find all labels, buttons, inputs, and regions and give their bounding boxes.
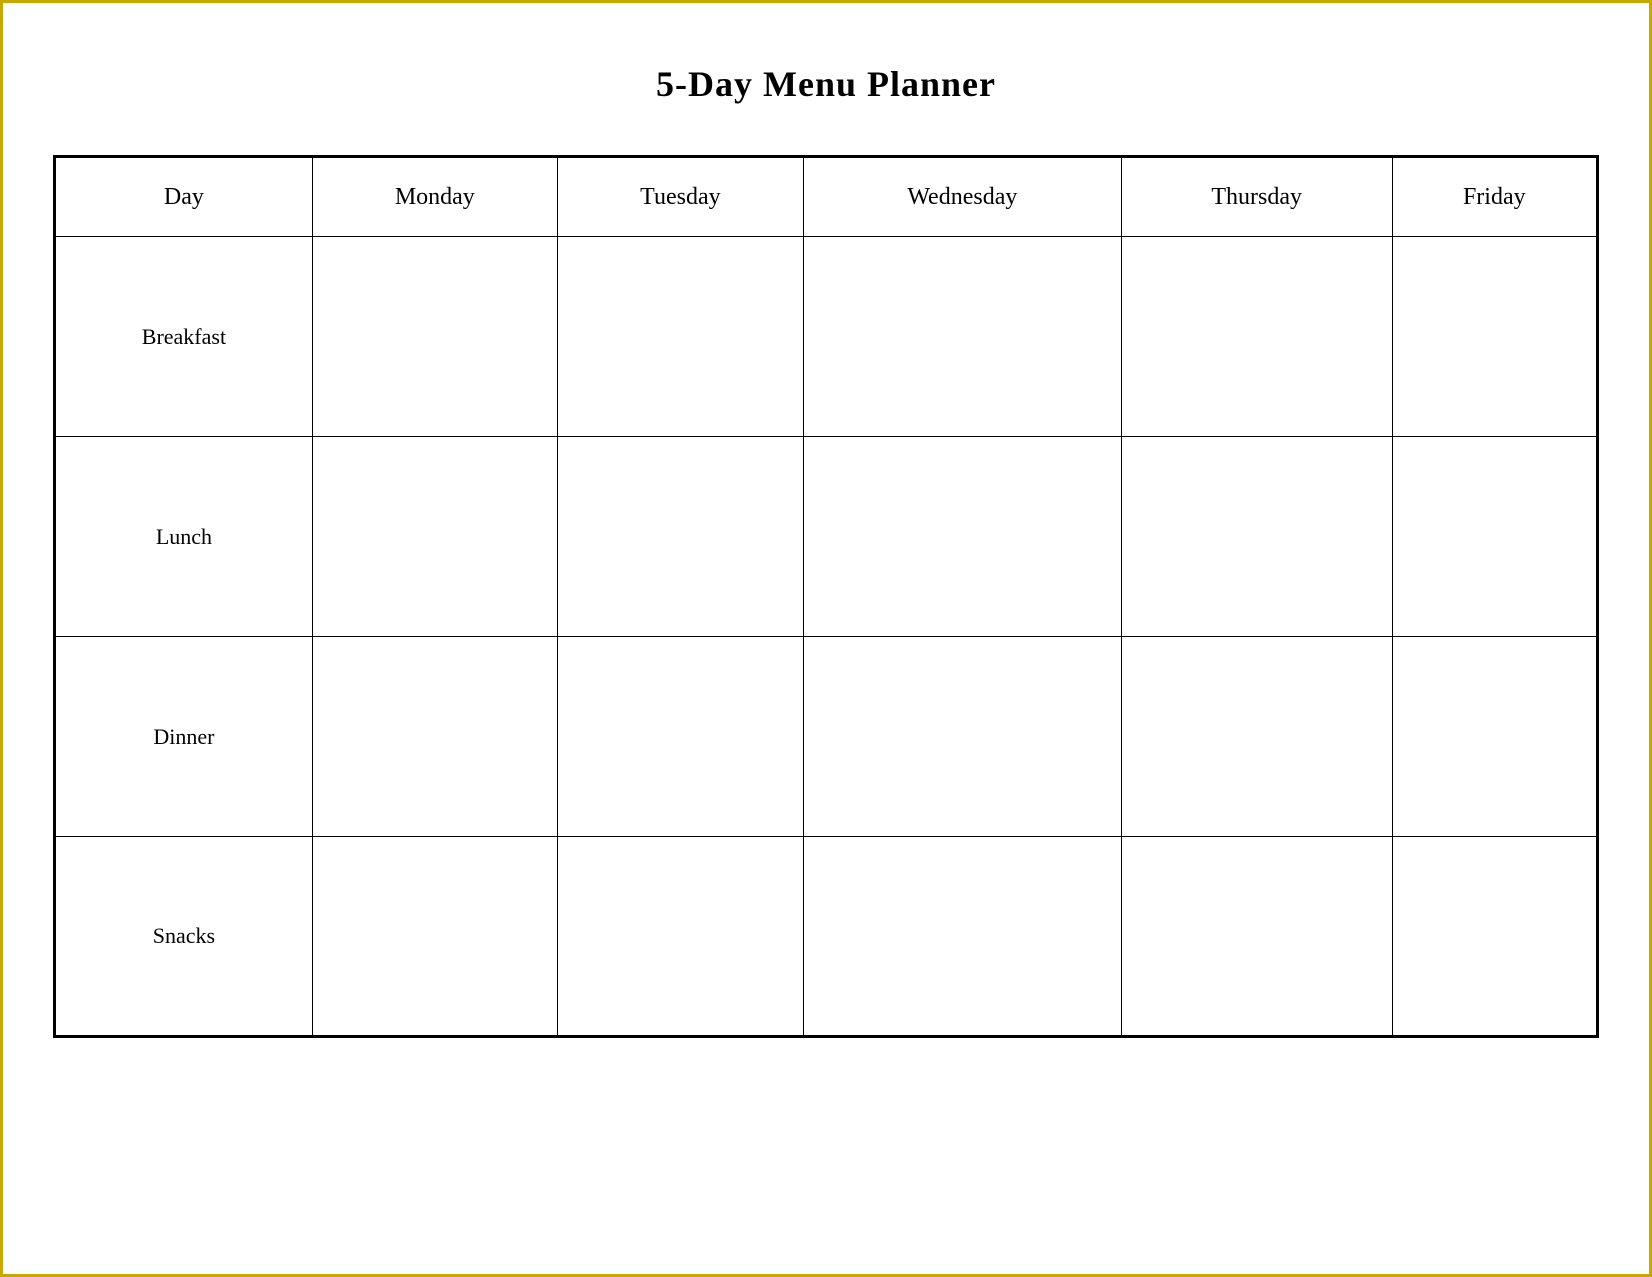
- cell-dinner-tuesday[interactable]: [557, 637, 803, 837]
- cell-snacks-monday[interactable]: [312, 837, 557, 1037]
- cell-snacks-wednesday[interactable]: [803, 837, 1121, 1037]
- meal-row: Breakfast: [55, 237, 1598, 437]
- meal-label-dinner: Dinner: [55, 637, 313, 837]
- cell-dinner-friday[interactable]: [1392, 637, 1597, 837]
- cell-lunch-tuesday[interactable]: [557, 437, 803, 637]
- cell-lunch-friday[interactable]: [1392, 437, 1597, 637]
- cell-breakfast-wednesday[interactable]: [803, 237, 1121, 437]
- meal-label-lunch: Lunch: [55, 437, 313, 637]
- cell-dinner-thursday[interactable]: [1121, 637, 1392, 837]
- cell-lunch-monday[interactable]: [312, 437, 557, 637]
- col-tuesday: Tuesday: [557, 157, 803, 237]
- header-row: Day Monday Tuesday Wednesday Thursday Fr…: [55, 157, 1598, 237]
- cell-lunch-wednesday[interactable]: [803, 437, 1121, 637]
- col-thursday: Thursday: [1121, 157, 1392, 237]
- cell-breakfast-friday[interactable]: [1392, 237, 1597, 437]
- cell-snacks-thursday[interactable]: [1121, 837, 1392, 1037]
- meal-row: Lunch: [55, 437, 1598, 637]
- cell-dinner-wednesday[interactable]: [803, 637, 1121, 837]
- meal-label-snacks: Snacks: [55, 837, 313, 1037]
- page-title: 5-Day Menu Planner: [656, 63, 996, 105]
- col-friday: Friday: [1392, 157, 1597, 237]
- cell-dinner-monday[interactable]: [312, 637, 557, 837]
- cell-lunch-thursday[interactable]: [1121, 437, 1392, 637]
- cell-breakfast-monday[interactable]: [312, 237, 557, 437]
- meal-label-breakfast: Breakfast: [55, 237, 313, 437]
- cell-snacks-tuesday[interactable]: [557, 837, 803, 1037]
- col-wednesday: Wednesday: [803, 157, 1121, 237]
- planner-table: Day Monday Tuesday Wednesday Thursday Fr…: [53, 155, 1599, 1038]
- col-day: Day: [55, 157, 313, 237]
- cell-breakfast-tuesday[interactable]: [557, 237, 803, 437]
- cell-snacks-friday[interactable]: [1392, 837, 1597, 1037]
- cell-breakfast-thursday[interactable]: [1121, 237, 1392, 437]
- col-monday: Monday: [312, 157, 557, 237]
- meal-row: Dinner: [55, 637, 1598, 837]
- meal-row: Snacks: [55, 837, 1598, 1037]
